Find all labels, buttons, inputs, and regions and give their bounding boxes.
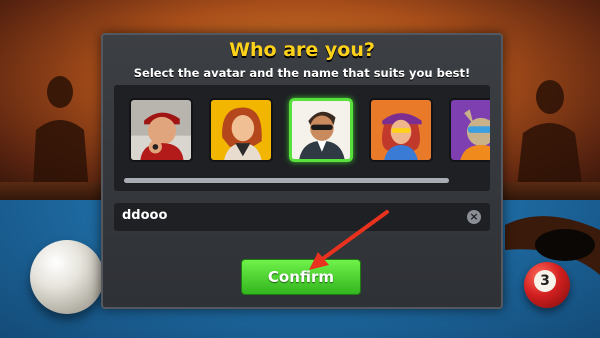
name-input-value[interactable]: ddooo [122,208,167,223]
name-input[interactable]: ddooo × [114,203,490,231]
avatar-cap-man-icon [131,100,191,160]
avatar-option-2[interactable] [209,98,273,162]
avatar-option-3-selected[interactable] [289,98,353,162]
avatar-option-1[interactable] [129,98,193,162]
ball-three-icon: 3 [524,262,570,308]
avatar-purple-hat-woman-icon [371,100,431,160]
avatar-option-5[interactable] [449,98,490,162]
avatar-sunglasses-man-icon [292,101,350,159]
avatar-carousel[interactable] [114,85,490,191]
dialog-subtitle: Select the avatar and the name that suit… [133,66,471,80]
avatar-option-4[interactable] [369,98,433,162]
carousel-scrollbar[interactable] [124,178,449,183]
cue-ball-icon [30,240,104,314]
avatar-dog-sunglasses-icon [451,100,490,160]
dialog-title: Who are you? [229,39,375,61]
clear-icon[interactable]: × [467,210,481,224]
ball-number: 3 [534,270,556,292]
who-are-you-dialog: Who are you? Select the avatar and the n… [101,33,503,309]
confirm-button[interactable]: Confirm [241,259,361,295]
carousel-scrollbar-thumb[interactable] [124,178,449,183]
avatar-redhead-woman-icon [211,100,271,160]
